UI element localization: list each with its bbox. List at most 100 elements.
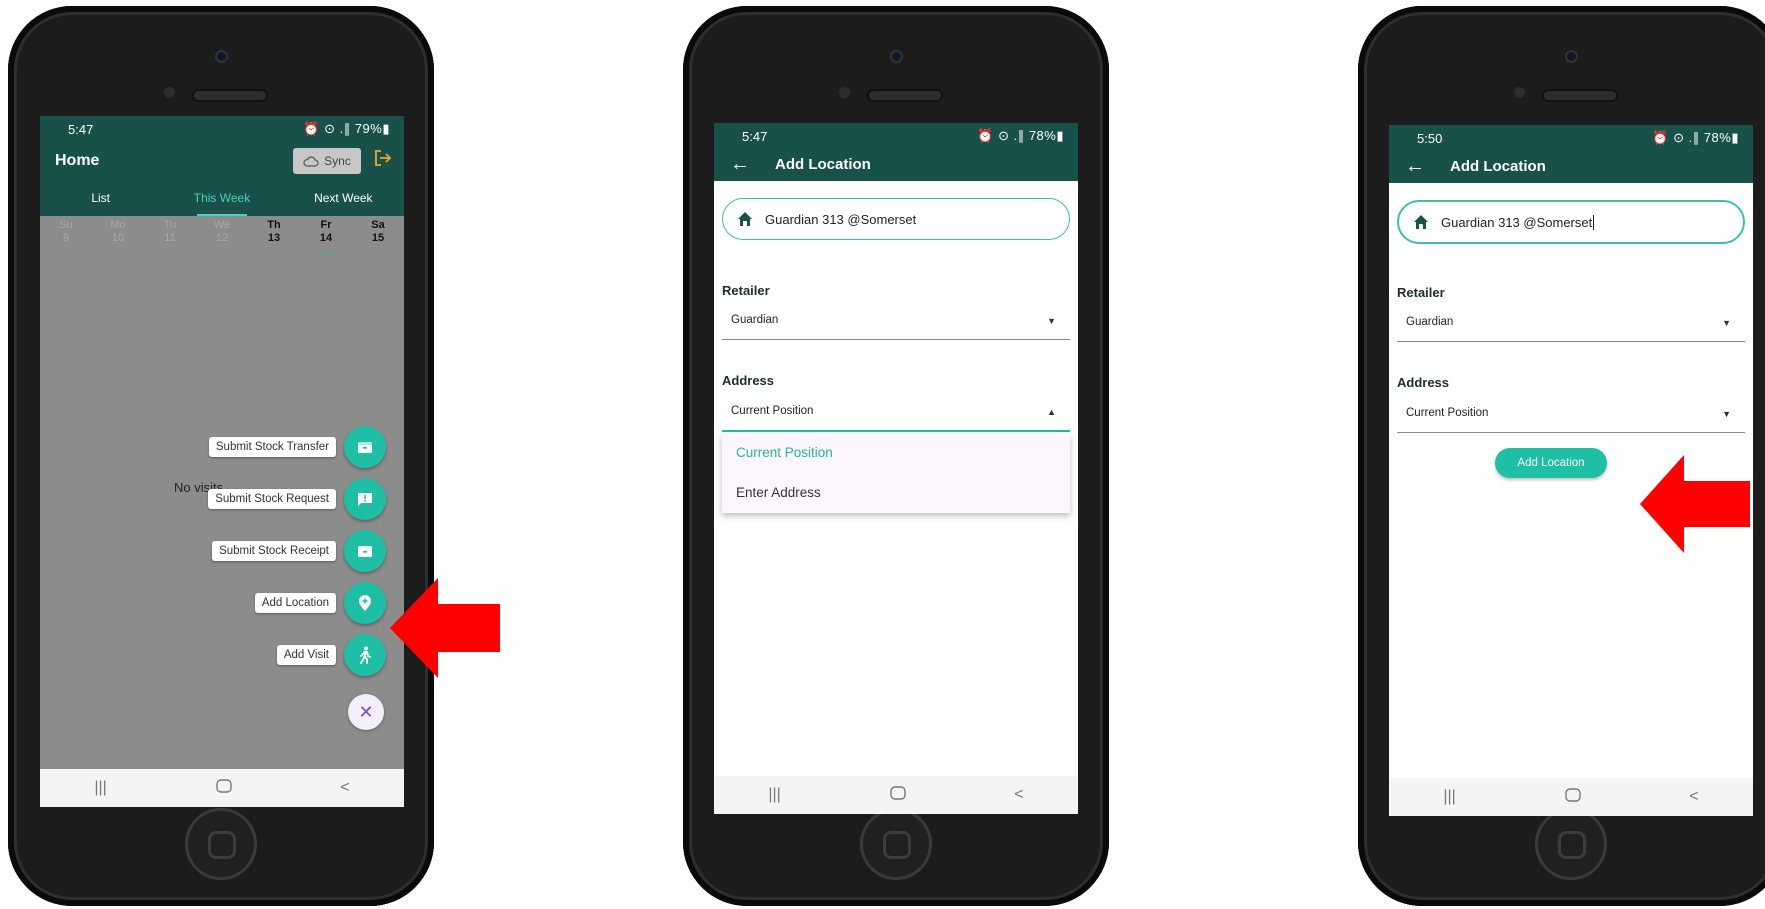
recent-apps-icon[interactable]: ||| [94, 779, 106, 797]
status-icons: ⏰ ⊙ .∥ 78%▮ [1652, 130, 1739, 145]
back-icon[interactable]: < [1014, 786, 1023, 804]
day-number: 14 [319, 232, 333, 244]
option-current-position[interactable]: Current Position [722, 433, 1070, 473]
fab-label[interactable]: Submit Stock Request [208, 489, 336, 509]
physical-home-button[interactable] [1535, 808, 1607, 880]
day-mo[interactable]: Mo 10 [92, 216, 144, 254]
option-enter-address[interactable]: Enter Address [722, 473, 1070, 513]
caret-down-icon: ▼ [1047, 316, 1056, 326]
address-select[interactable]: Current Position ▲ [722, 396, 1070, 432]
day-su[interactable]: Su 9 [40, 216, 92, 254]
day-name: Mo [110, 219, 126, 231]
status-time: 5:47 [68, 122, 94, 137]
address-dropdown-menu: Current Position Enter Address [722, 433, 1070, 513]
day-name: We [213, 219, 231, 231]
logout-icon[interactable] [374, 150, 392, 171]
back-icon[interactable]: < [340, 779, 349, 797]
page-title: Add Location [775, 156, 871, 173]
recent-apps-icon[interactable]: ||| [768, 786, 780, 804]
android-nav-bar: ||| < [1389, 778, 1753, 816]
fab-action-add-location[interactable]: Add Location [254, 582, 386, 624]
location-name-input[interactable]: Guardian 313 @Somerset [722, 198, 1070, 240]
location-add-icon[interactable] [344, 582, 386, 624]
day-fr[interactable]: Fr 14 [300, 216, 352, 257]
day-th[interactable]: Th 13 [248, 216, 300, 254]
fab-menu-overlay[interactable]: No visits Submit Stock Transfer Submit S… [40, 254, 404, 769]
caret-up-icon: ▲ [1047, 407, 1056, 417]
fab-label[interactable]: Submit Stock Transfer [208, 437, 336, 457]
day-name: Fr [320, 219, 332, 231]
fab-label[interactable]: Submit Stock Receipt [212, 541, 336, 561]
retailer-select[interactable]: Guardian ▼ [722, 305, 1070, 340]
physical-home-button[interactable] [860, 808, 932, 880]
status-time: 5:47 [742, 129, 768, 144]
home-icon[interactable] [889, 785, 906, 805]
fab-action-add-visit[interactable]: Add Visit [276, 634, 386, 676]
home-icon [738, 212, 752, 226]
sync-label: Sync [324, 154, 351, 168]
close-icon[interactable]: ✕ [348, 694, 384, 730]
tab-this-week[interactable]: This Week [161, 182, 282, 216]
day-name: Su [59, 219, 73, 231]
status-bar: 5:47 ⏰ ⊙ .∥ 79%▮ [40, 116, 404, 144]
day-sa[interactable]: Sa 15 [352, 216, 404, 254]
phone-frame-2: 5:47 ⏰ ⊙ .∥ 78%▮ ← Add Location Guardian… [683, 6, 1109, 906]
fab-action-stock-request[interactable]: Submit Stock Request [208, 478, 386, 520]
caret-down-icon: ▼ [1722, 318, 1731, 328]
annotation-arrow-1 [390, 578, 500, 678]
day-name: Tu [163, 219, 177, 231]
cloud-icon [303, 156, 319, 167]
android-nav-bar: ||| < [40, 769, 404, 807]
address-label: Address [722, 373, 775, 388]
day-we[interactable]: We 12 [196, 216, 248, 254]
status-icons: ⏰ ⊙ .∥ 79%▮ [303, 121, 390, 136]
address-label: Address [1397, 375, 1450, 390]
back-arrow-icon[interactable]: ← [730, 153, 750, 176]
status-bar: 5:50 ⏰ ⊙ .∥ 78%▮ [1389, 125, 1753, 153]
fab-action-stock-transfer[interactable]: Submit Stock Transfer [208, 426, 386, 468]
status-icons: ⏰ ⊙ .∥ 78%▮ [977, 128, 1064, 143]
day-tu[interactable]: Tu 11 [144, 216, 196, 254]
fab-label[interactable]: Add Visit [276, 645, 336, 665]
home-icon[interactable] [1564, 787, 1581, 807]
day-number: 13 [267, 232, 281, 244]
retailer-value: Guardian [1406, 316, 1454, 328]
tab-next-week[interactable]: Next Week [283, 182, 404, 216]
add-location-screen-dropdown: 5:47 ⏰ ⊙ .∥ 78%▮ ← Add Location Guardian… [714, 123, 1078, 814]
day-number: 11 [164, 232, 176, 244]
physical-home-button[interactable] [185, 808, 257, 880]
box-icon[interactable] [344, 426, 386, 468]
fab-action-stock-receipt[interactable]: Submit Stock Receipt [212, 530, 386, 572]
location-name-input[interactable]: Guardian 313 @Somerset [1397, 200, 1745, 244]
retailer-value: Guardian [731, 314, 779, 326]
location-name-value: Guardian 313 @Somerset [765, 211, 917, 227]
add-location-button[interactable]: Add Location [1495, 448, 1607, 478]
walk-icon[interactable] [344, 634, 386, 676]
box-icon[interactable] [344, 530, 386, 572]
fab-label[interactable]: Add Location [254, 593, 336, 613]
retailer-label: Retailer [1397, 285, 1445, 300]
back-icon[interactable]: < [1689, 788, 1698, 806]
address-value: Current Position [731, 405, 814, 417]
day-number: 12 [215, 232, 229, 244]
day-number: 15 [371, 232, 385, 244]
address-select[interactable]: Current Position ▼ [1397, 398, 1745, 433]
page-title: Add Location [1450, 158, 1546, 175]
app-bar: ← Add Location [714, 151, 1078, 181]
earpiece-speaker [867, 89, 943, 102]
home-screen: 5:47 ⏰ ⊙ .∥ 79%▮ Home Sync List This Wee… [40, 116, 404, 807]
phone-frame-1: 5:47 ⏰ ⊙ .∥ 79%▮ Home Sync List This Wee… [8, 6, 434, 906]
address-value: Current Position [1406, 407, 1489, 419]
front-camera [217, 52, 226, 61]
tab-list[interactable]: List [40, 182, 161, 216]
app-bar: ← Add Location [1389, 153, 1753, 183]
front-camera [1567, 52, 1576, 61]
sync-button[interactable]: Sync [293, 148, 361, 174]
week-day-strip: Su 9 Mo 10 Tu 11 We 12 Th 13 Fr 14 Sa 15 [40, 216, 404, 257]
proximity-sensor [164, 87, 175, 98]
retailer-select[interactable]: Guardian ▼ [1397, 307, 1745, 342]
back-arrow-icon[interactable]: ← [1405, 155, 1425, 178]
home-icon[interactable] [215, 778, 232, 798]
comment-alert-icon[interactable] [344, 478, 386, 520]
recent-apps-icon[interactable]: ||| [1443, 788, 1455, 806]
